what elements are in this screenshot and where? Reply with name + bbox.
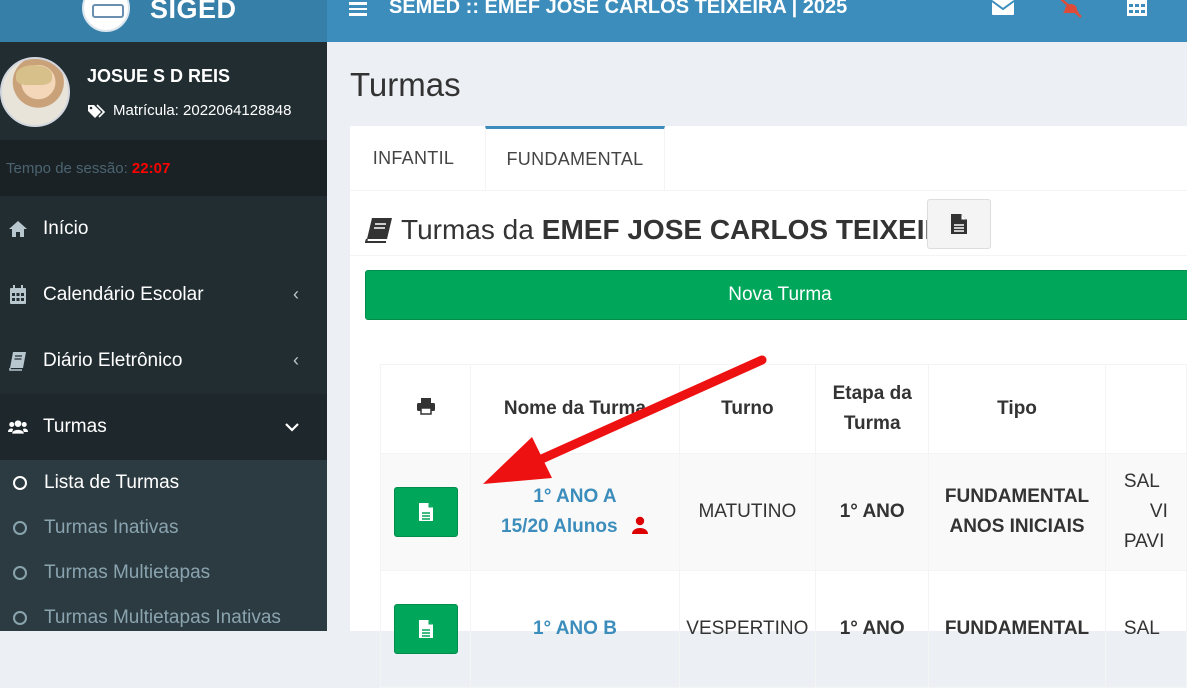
sala-line3: PAVI [1123,531,1165,552]
circle-icon [13,520,27,535]
menu-item-calendario[interactable]: Calendário Escolar ‹ [0,262,327,328]
user-icon [631,516,648,534]
submenu-item-turmas-multietapas[interactable]: Turmas Multietapas [0,550,327,595]
table-row: 1° ANO A 15/20 Alunos MATUTINO 1° ANO FU… [379,453,1187,571]
chevron-left-icon: ‹ [293,350,299,370]
tags-icon [88,103,106,118]
row-name-cell: 1° ANO B [470,570,680,688]
file-text-icon [418,620,433,638]
session-label: Tempo de sessão: [6,160,128,177]
user-panel: JOSUE S D REIS Matrícula: 2022064128848 [0,42,327,140]
turma-name-link[interactable]: 1° ANO A [472,482,677,512]
report-button[interactable] [927,199,991,249]
envelope-icon[interactable] [991,0,1015,18]
user-name: JOSUE S D REIS [87,66,231,86]
menu-item-label: Calendário Escolar [43,284,204,305]
home-icon [8,219,28,239]
row-sala-cell: SAL [1104,570,1187,688]
column-header-turno[interactable]: Turno [678,364,817,454]
row-action-cell [379,570,472,688]
matricula-text: Matrícula: 2022064128848 [113,102,292,119]
turmas-table: Nome da Turma Turno Etapa da Turma Tipo [379,364,1187,688]
circle-icon [13,565,27,580]
box-title: Turmas da EMEF JOSE CARLOS TEIXEIRA [365,205,965,255]
menu-item-turmas[interactable]: Turmas [0,394,327,460]
tab-infantil[interactable]: INFANTIL [350,126,477,190]
row-turno-cell: VESPERTINO [678,570,817,688]
box-title-prefix: Turmas da [401,214,534,245]
row-action-cell [379,453,472,571]
column-header-etapa[interactable]: Etapa da Turma [815,364,930,454]
menu-item-label: Início [43,218,89,239]
session-timer: Tempo de sessão: 22:07 [6,160,170,177]
alunos-count: 15/20 Alunos [501,516,618,537]
tab-fundamental[interactable]: FUNDAMENTAL [485,126,665,190]
session-time: 22:07 [131,160,171,177]
file-text-icon [951,214,967,234]
menu-toggle-icon[interactable] [349,2,367,16]
row-etapa-cell: 1° ANO [815,570,930,688]
row-turno-cell: MATUTINO [678,453,817,571]
submenu-item-label: Turmas Multietapas [44,561,211,583]
logo-text: SIGED [150,0,237,24]
logo-area[interactable]: SIGED [0,0,327,42]
row-etapa-cell: 1° ANO [815,453,930,571]
calendar-icon [8,285,28,305]
avatar [0,57,70,127]
submenu-item-label: Turmas Multietapas Inativas [44,606,281,628]
chevron-down-icon [285,416,299,437]
row-sala-cell: SAL VI PAVI [1104,453,1187,571]
users-icon [8,417,28,437]
circle-icon [13,475,27,490]
logo-emblem-icon [82,0,130,32]
nova-turma-button[interactable]: Nova Turma [365,270,1187,320]
top-navbar: SEMED :: EMEF JOSE CARLOS TEIXEIRA | 202… [327,0,1187,42]
circle-icon [13,610,27,625]
user-matricula: Matrícula: 2022064128848 [87,102,291,119]
calendar-grid-icon[interactable] [1125,0,1149,18]
print-icon [416,398,435,415]
column-header-tipo[interactable]: Tipo [928,364,1106,454]
tipo-line2: ANOS INICIAIS [949,516,1085,537]
turmas-submenu: Lista de Turmas Turmas Inativas Turmas M… [0,460,327,631]
column-header-nome[interactable]: Nome da Turma [470,364,680,454]
etapa-header-line2: Turma [843,413,901,434]
row-report-button[interactable] [393,604,458,654]
divider [350,255,1187,256]
menu-item-inicio[interactable]: Início [0,196,327,262]
sala-line1: SAL [1123,471,1160,492]
menu-item-label: Diário Eletrônico [43,350,183,371]
turma-alunos-link[interactable]: 15/20 Alunos [472,512,677,542]
sala-line2: VI [1149,501,1168,522]
tipo-line1: FUNDAMENTAL [944,486,1090,507]
submenu-item-lista-turmas[interactable]: Lista de Turmas [0,460,327,505]
table-row: 1° ANO B VESPERTINO 1° ANO FUNDAMENTAL S… [379,570,1187,688]
menu-item-label: Turmas [43,416,107,437]
submenu-item-turmas-inativas[interactable]: Turmas Inativas [0,505,327,550]
book-icon [365,218,392,243]
column-header-print [379,364,472,454]
sidebar: SIGED JOSUE S D REIS Matrícula: 20220641… [0,0,327,631]
column-header-sala [1104,364,1187,454]
turma-name-link[interactable]: 1° ANO B [472,614,677,644]
book-icon [8,351,28,371]
page-title: Turmas [350,66,461,103]
row-tipo-cell: FUNDAMENTAL [928,570,1106,688]
row-report-button[interactable] [393,487,458,537]
session-panel: Tempo de sessão: 22:07 [0,140,327,196]
header-title: SEMED :: EMEF JOSE CARLOS TEIXEIRA | 202… [389,0,848,18]
submenu-item-label: Turmas Inativas [44,516,179,538]
file-text-icon [418,503,433,521]
etapa-header-line1: Etapa da [832,383,912,404]
box-title-school: EMEF JOSE CARLOS TEIXEIRA [541,214,965,245]
submenu-item-label: Lista de Turmas [44,471,180,493]
menu-item-diario[interactable]: Diário Eletrônico ‹ [0,328,327,394]
turmas-box: INFANTIL FUNDAMENTAL Turmas da EMEF JOSE… [350,126,1187,688]
submenu-item-multietapas-inativas[interactable]: Turmas Multietapas Inativas [0,595,327,640]
row-name-cell: 1° ANO A 15/20 Alunos [470,453,680,571]
bell-slash-icon[interactable] [1059,0,1083,18]
row-tipo-cell: FUNDAMENTAL ANOS INICIAIS [928,453,1106,571]
chevron-left-icon: ‹ [293,284,299,304]
tabs-bar: INFANTIL FUNDAMENTAL [350,126,1187,191]
